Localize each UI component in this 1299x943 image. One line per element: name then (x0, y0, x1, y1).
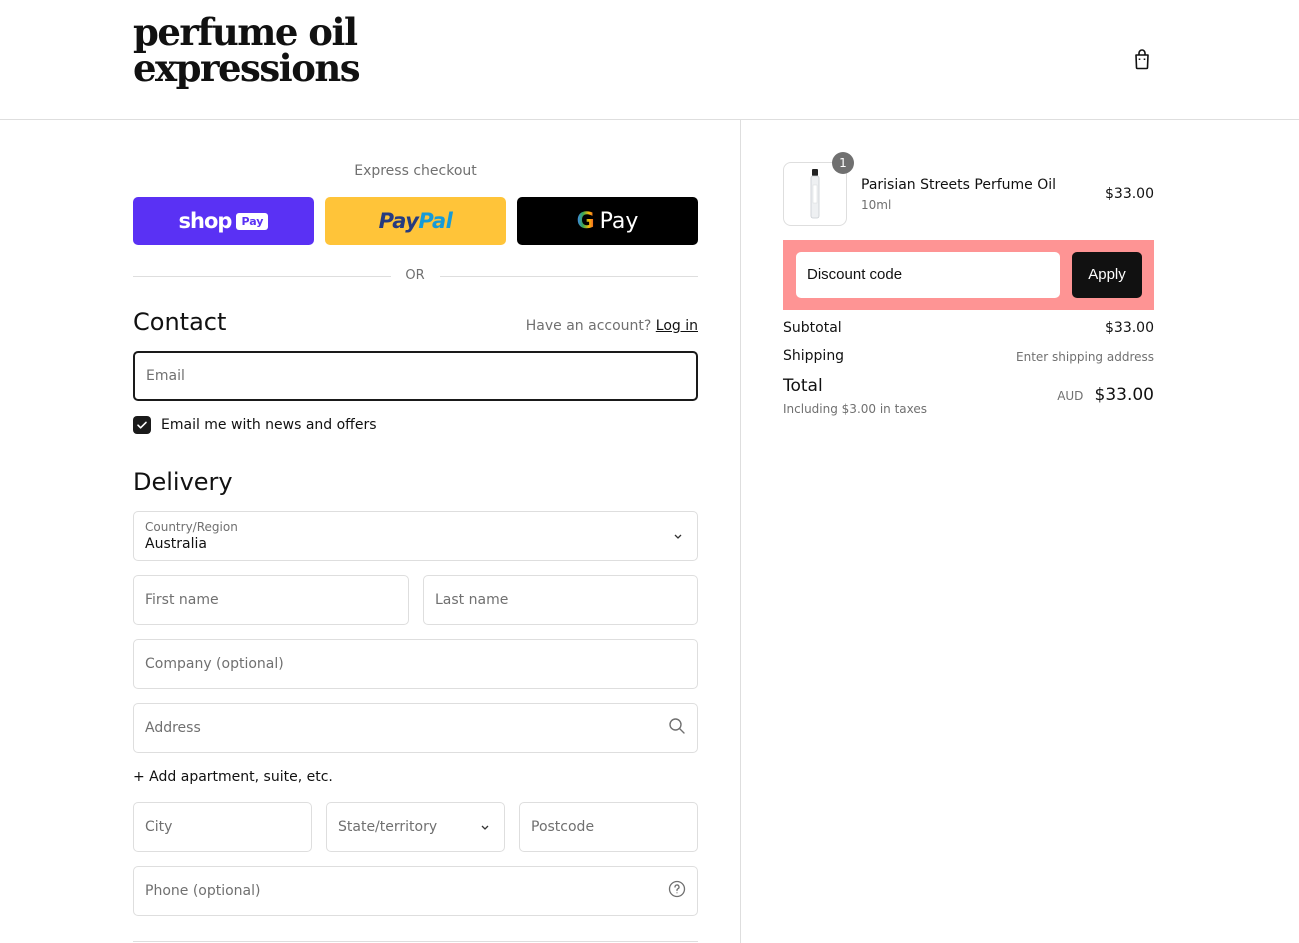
country-select[interactable]: Country/Region Australia (133, 511, 698, 561)
shopping-bag-icon[interactable] (1130, 47, 1154, 71)
company-placeholder: Company (optional) (145, 656, 284, 672)
search-icon (668, 717, 686, 739)
tax-note: Including $3.00 in taxes (783, 402, 928, 416)
google-g-icon: G (576, 208, 595, 234)
state-placeholder: State/territory (338, 819, 438, 835)
shop-pay-word: shop (178, 209, 233, 233)
country-label: Country/Region (145, 520, 238, 534)
paypal-button[interactable]: PayPal (325, 197, 506, 245)
currency-code: AUD (1057, 389, 1084, 403)
brand-line-1: perfume oil (133, 10, 358, 54)
first-name-placeholder: First name (145, 592, 219, 608)
state-select[interactable]: State/territory (326, 802, 505, 852)
total-value: AUD $33.00 (960, 385, 1154, 405)
total-label: Total (783, 376, 823, 396)
last-name-input[interactable]: Last name (423, 575, 698, 625)
address-input[interactable]: Address (133, 703, 698, 753)
discount-section: Discount code Apply (783, 240, 1154, 310)
discount-placeholder: Discount code (807, 266, 903, 283)
brand-logo[interactable]: perfume oil expressions (133, 10, 361, 90)
last-name-placeholder: Last name (435, 592, 509, 608)
login-link[interactable]: Log in (656, 318, 698, 334)
account-prompt: Have an account? Log in (526, 318, 698, 334)
shop-pay-badge: Pay (236, 212, 269, 230)
product-variant: 10ml (861, 198, 892, 212)
chevron-down-icon (673, 527, 683, 546)
first-name-input[interactable]: First name (133, 575, 409, 625)
help-icon[interactable] (668, 880, 686, 902)
form-bottom-divider (133, 941, 698, 942)
subtotal-value: $33.00 (1105, 320, 1154, 336)
or-divider-left (133, 276, 391, 277)
city-placeholder: City (145, 819, 173, 835)
postcode-placeholder: Postcode (531, 819, 595, 835)
brand-line-2: expressions (133, 46, 361, 90)
quantity-badge: 1 (832, 152, 854, 174)
add-apartment-link[interactable]: + Add apartment, suite, etc. (133, 769, 333, 785)
newsletter-checkbox[interactable] (133, 416, 151, 434)
shipping-label: Shipping (783, 348, 845, 364)
contact-heading: Contact (133, 308, 227, 336)
city-input[interactable]: City (133, 802, 312, 852)
check-icon (137, 421, 147, 429)
or-divider-text: OR (405, 268, 425, 283)
paypal-logo: PayPal (378, 209, 453, 233)
product-price: $33.00 (1105, 186, 1154, 202)
header: perfume oil expressions (0, 0, 1299, 120)
express-checkout-title: Express checkout (354, 163, 477, 179)
company-input[interactable]: Company (optional) (133, 639, 698, 689)
postcode-input[interactable]: Postcode (519, 802, 698, 852)
phone-input[interactable]: Phone (optional) (133, 866, 698, 916)
email-input[interactable]: Email (133, 351, 698, 401)
email-placeholder: Email (146, 368, 185, 384)
column-divider (740, 120, 741, 943)
address-placeholder: Address (145, 720, 201, 736)
delivery-heading: Delivery (133, 468, 233, 496)
newsletter-label: Email me with news and offers (161, 417, 377, 433)
google-pay-word: Pay (599, 208, 639, 234)
or-divider-right (440, 276, 698, 277)
shipping-value: Enter shipping address (1016, 350, 1154, 364)
google-pay-button[interactable]: G Pay (517, 197, 698, 245)
discount-code-input[interactable]: Discount code (796, 252, 1060, 298)
phone-placeholder: Phone (optional) (145, 883, 261, 899)
country-value: Australia (145, 536, 207, 552)
account-prompt-text: Have an account? (525, 318, 652, 334)
apply-discount-button[interactable]: Apply (1072, 252, 1142, 298)
shop-pay-button[interactable]: shop Pay (133, 197, 314, 245)
total-amount: $33.00 (1094, 385, 1154, 405)
subtotal-label: Subtotal (783, 320, 842, 336)
chevron-down-icon (480, 818, 490, 837)
